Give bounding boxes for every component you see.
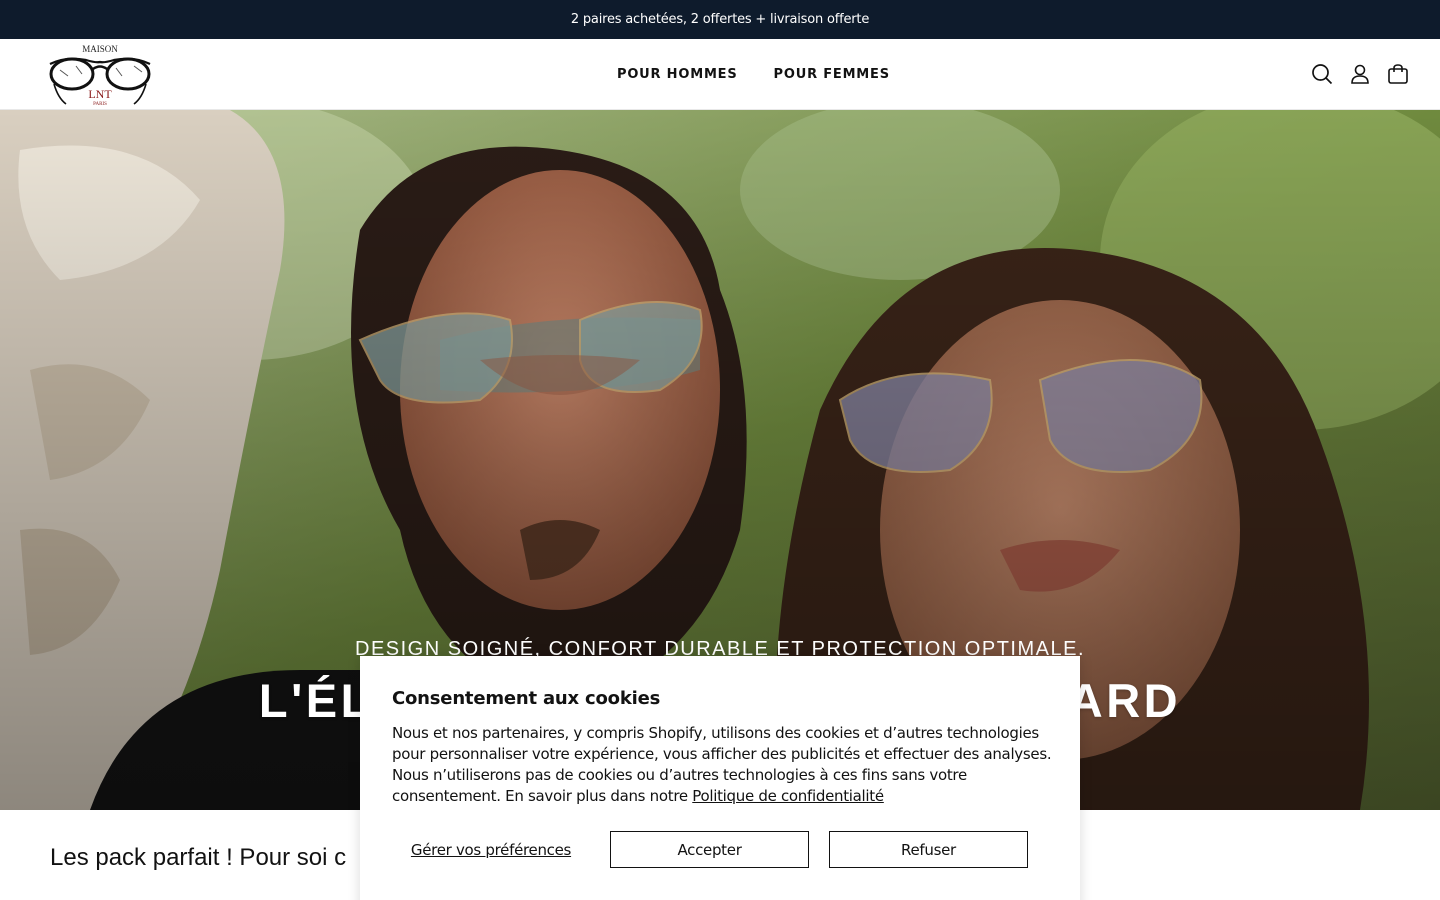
privacy-policy-link[interactable]: Politique de confidentialité	[692, 787, 884, 805]
cookie-actions: Gérer vos préférences Accepter Refuser	[392, 831, 1028, 868]
announcement-text: 2 paires achetées, 2 offertes + livraiso…	[570, 12, 870, 27]
logo-top-text: MAISON	[82, 44, 118, 54]
decline-button[interactable]: Refuser	[829, 831, 1028, 868]
header-icons	[1310, 61, 1410, 87]
accept-button[interactable]: Accepter	[610, 831, 809, 868]
nav-link-pour-hommes[interactable]: POUR HOMMES	[599, 67, 756, 82]
main-nav: POUR HOMMES POUR FEMMES	[599, 39, 908, 109]
cart-icon[interactable]	[1386, 61, 1410, 87]
cookie-consent-dialog: Consentement aux cookies Nous et nos par…	[360, 656, 1080, 900]
cookie-text: Nous et nos partenaires, y compris Shopi…	[392, 723, 1052, 807]
nav-link-pour-femmes[interactable]: POUR FEMMES	[756, 67, 908, 82]
announcement-bar: 2 paires achetées, 2 offertes + livraiso…	[0, 0, 1440, 39]
cookie-title: Consentement aux cookies	[392, 688, 661, 709]
logo-mark-text: LNT	[88, 87, 112, 101]
manage-preferences-button[interactable]: Gérer vos préférences	[392, 841, 590, 859]
account-icon[interactable]	[1348, 61, 1372, 87]
logo-bottom-text: PARIS	[93, 102, 107, 107]
section-heading: Les pack parfait ! Pour soi c	[50, 844, 347, 871]
site-header: MAISON LNT PARIS POUR HOMMES POUR FEMMES	[0, 39, 1440, 110]
brand-logo[interactable]: MAISON LNT PARIS	[46, 42, 154, 108]
search-icon[interactable]	[1310, 61, 1334, 87]
